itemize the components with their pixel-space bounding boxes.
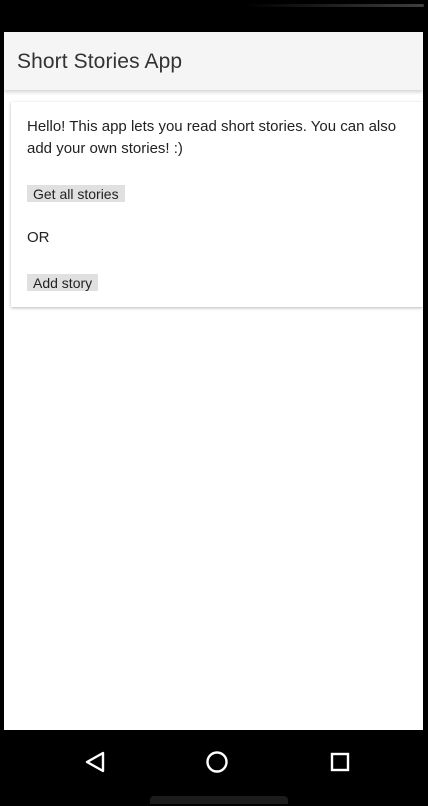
recents-button[interactable] [318, 740, 362, 784]
status-bar [0, 0, 428, 32]
app-screen: Short Stories App Hello! This app lets y… [4, 32, 423, 730]
app-bar: Short Stories App [4, 32, 423, 90]
add-story-button[interactable]: Add story [27, 274, 99, 291]
home-button[interactable] [195, 740, 239, 784]
or-separator: OR [27, 229, 50, 246]
device-frame: Short Stories App Hello! This app lets y… [0, 0, 428, 806]
status-bar-glint [244, 4, 424, 7]
back-button[interactable] [73, 740, 117, 784]
intro-text: Hello! This app lets you read short stor… [27, 118, 397, 157]
get-all-stories-button[interactable]: Get all stories [27, 185, 125, 202]
welcome-card: Hello! This app lets you read short stor… [11, 102, 423, 307]
device-bottom-bezel [150, 796, 288, 804]
app-title: Short Stories App [17, 50, 183, 73]
navigation-bar [0, 730, 428, 806]
home-circle-icon [206, 751, 228, 773]
back-triangle-icon [85, 751, 105, 773]
recents-square-icon [330, 752, 350, 772]
